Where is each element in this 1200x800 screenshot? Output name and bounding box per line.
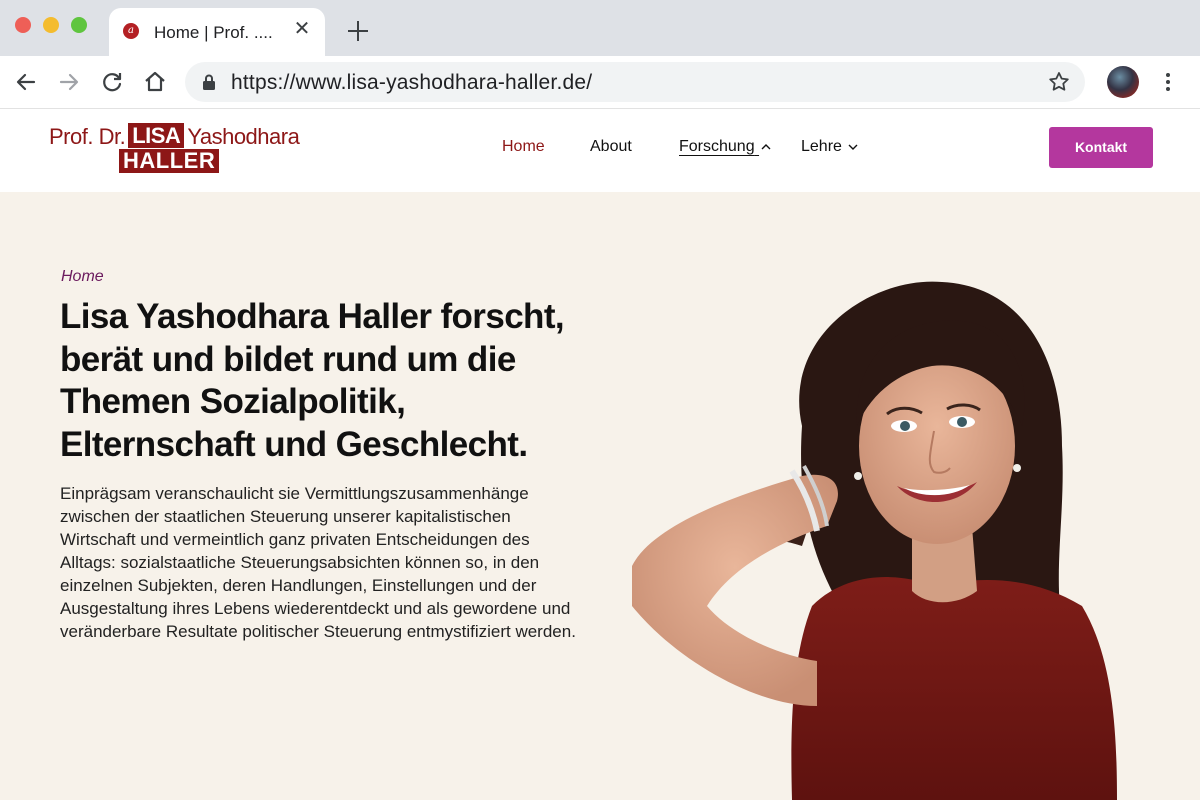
plus-icon[interactable] <box>345 18 371 44</box>
browser-tab-active[interactable]: a Home | Prof. .... ✕ <box>109 8 325 56</box>
hero-section: Home Lisa Yashodhara Haller forscht, ber… <box>0 192 1200 800</box>
chevron-down-icon <box>848 144 858 150</box>
reload-icon[interactable] <box>98 68 126 96</box>
nav-home[interactable]: Home <box>502 138 545 156</box>
headline-highlight: Lisa Yashodhara Haller <box>60 297 432 336</box>
nav-lehre[interactable]: Lehre <box>801 138 858 156</box>
portrait-image <box>632 281 1117 800</box>
window-zoom-button[interactable] <box>71 17 87 33</box>
chevron-up-icon <box>761 143 771 150</box>
profile-avatar[interactable] <box>1107 66 1139 98</box>
site-header: Prof. Dr. LISA Yashodhara HALLER Home Abou… <box>0 109 1200 192</box>
nav-forschung-label: Forschung <box>679 138 755 155</box>
nav-about[interactable]: About <box>590 138 632 156</box>
logo-first-name: LISA <box>128 123 185 148</box>
breadcrumb[interactable]: Home <box>61 268 104 286</box>
home-icon[interactable] <box>141 68 169 96</box>
tab-title: Home | Prof. .... <box>154 23 273 42</box>
favicon-icon: a <box>123 23 139 39</box>
address-bar[interactable]: https://www.lisa-yashodhara-haller.de/ <box>185 62 1085 102</box>
browser-toolbar: https://www.lisa-yashodhara-haller.de/ <box>0 56 1200 109</box>
headline-name: Lisa Yashodhara Haller <box>60 297 432 336</box>
close-icon[interactable]: ✕ <box>291 18 313 40</box>
back-icon[interactable] <box>12 68 40 96</box>
site-logo[interactable]: Prof. Dr. LISA Yashodhara HALLER <box>49 123 309 173</box>
url-text[interactable]: https://www.lisa-yashodhara-haller.de/ <box>231 71 592 95</box>
star-icon[interactable] <box>1047 70 1071 94</box>
menu-icon[interactable] <box>1158 70 1178 94</box>
lock-icon[interactable] <box>201 73 217 91</box>
browser-tab-bar: a Home | Prof. .... ✕ <box>0 0 1200 56</box>
logo-prefix: Prof. Dr. <box>49 124 126 149</box>
intro-paragraph: Einprägsam veranschaulicht sie Vermittlu… <box>60 484 576 641</box>
logo-middle-name: Yashodhara <box>187 124 300 149</box>
page-title: Lisa Yashodhara Haller forscht, berät un… <box>60 296 600 466</box>
nav-forschung[interactable]: Forschung <box>679 138 771 156</box>
nav-lehre-label: Lehre <box>801 138 842 155</box>
logo-top-line: Prof. Dr. LISA Yashodhara <box>49 123 300 149</box>
forward-icon[interactable] <box>55 68 83 96</box>
logo-last-name: HALLER <box>119 149 220 173</box>
window-minimize-button[interactable] <box>43 17 59 33</box>
kontakt-button[interactable]: Kontakt <box>1049 127 1153 168</box>
window-close-button[interactable] <box>15 17 31 33</box>
